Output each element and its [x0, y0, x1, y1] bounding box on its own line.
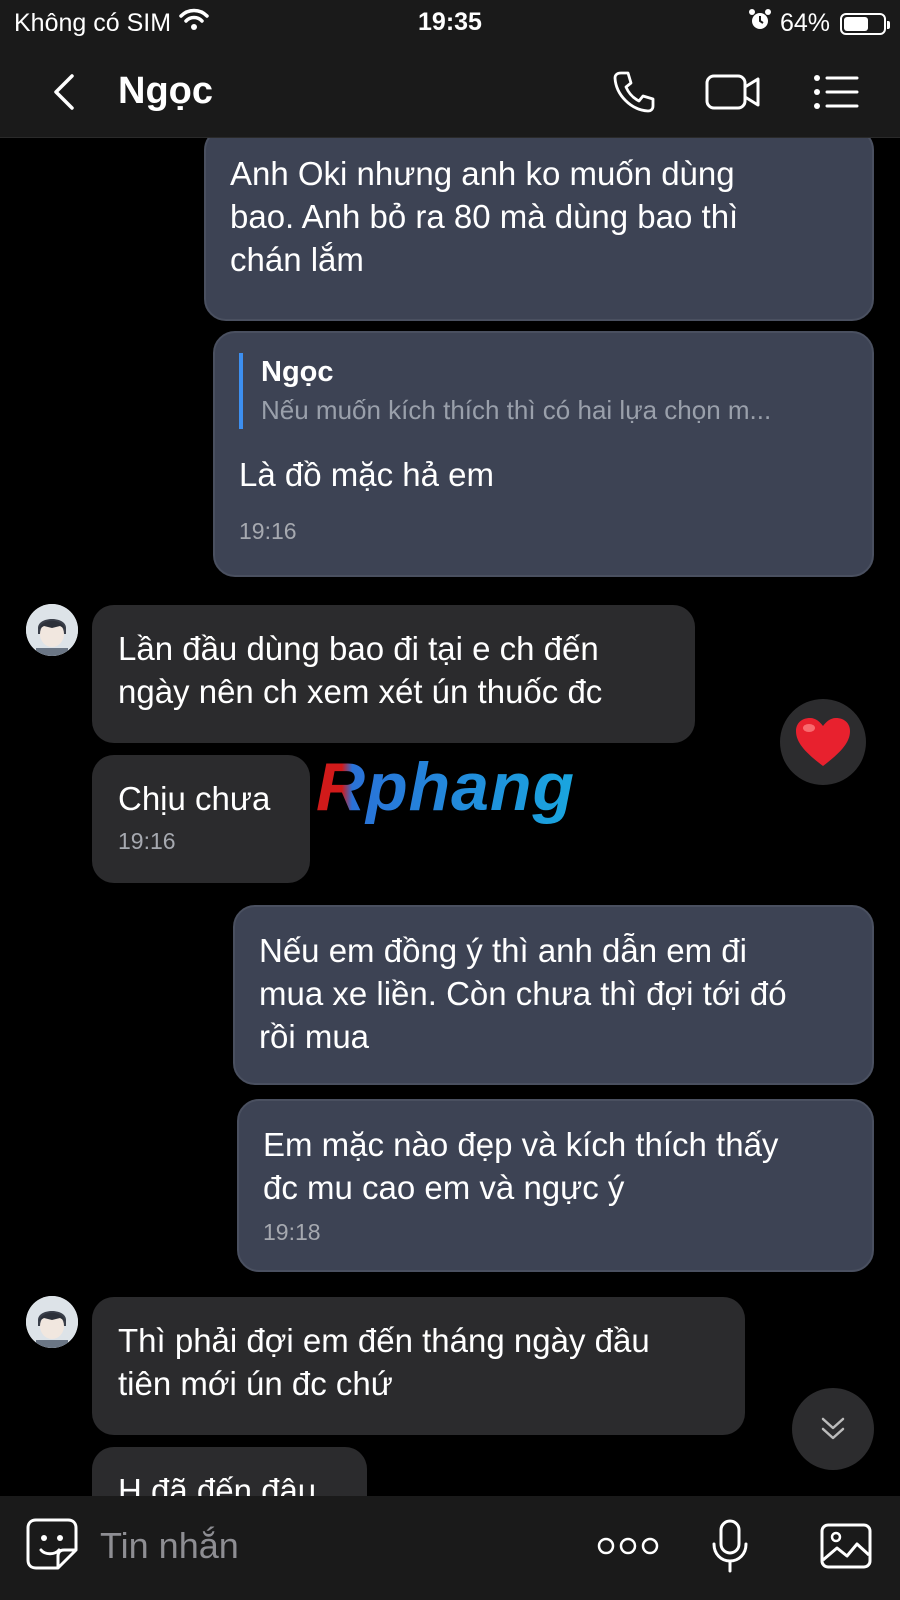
incoming-message[interactable]: Thì phải đợi em đến tháng ngày đầu tiên … [92, 1297, 745, 1435]
alarm-icon [748, 8, 772, 39]
list-menu-icon [814, 75, 859, 109]
outgoing-message[interactable]: Em mặc nào đẹp và kích thích thấy đc mu … [237, 1099, 874, 1272]
back-button[interactable] [40, 68, 88, 116]
message-text: Nếu em đồng ý thì anh dẫn em đi mua xe l… [259, 932, 787, 1055]
message-list[interactable]: Anh Oki nhưng anh ko muốn dùng bao. Anh … [0, 138, 900, 1496]
message-text: Em mặc nào đẹp và kích thích thấy đc mu … [263, 1126, 779, 1206]
chevron-left-icon [54, 74, 74, 110]
battery-level [844, 16, 869, 31]
message-text: H đã đến đâu [118, 1472, 317, 1496]
double-chevron-down-icon [821, 1417, 845, 1440]
microphone-icon [712, 1519, 748, 1573]
video-call-button[interactable] [700, 64, 766, 120]
incoming-message[interactable]: Lần đầu dùng bao đi tại e ch đến ngày nê… [92, 605, 695, 743]
video-camera-icon [705, 74, 760, 110]
watermark-logo: Rphang [316, 749, 576, 825]
phone-icon [613, 71, 655, 113]
reaction-button[interactable] [780, 699, 866, 785]
reply-quote-name: Ngọc [261, 356, 334, 388]
message-text: Anh Oki nhưng anh ko muốn dùng bao. Anh … [230, 155, 739, 278]
voice-message-button[interactable] [700, 1516, 760, 1576]
image-icon [820, 1523, 872, 1569]
sticker-button[interactable] [24, 1516, 80, 1572]
emoji-sticker-icon [26, 1518, 78, 1570]
heart-icon [796, 718, 850, 766]
message-composer [0, 1496, 900, 1600]
outgoing-message[interactable]: Nếu em đồng ý thì anh dẫn em đi mua xe l… [233, 905, 874, 1085]
outgoing-message[interactable]: Ngọc Nếu muốn kích thích thì có hai lựa … [213, 331, 874, 577]
message-time: 19:16 [118, 828, 176, 854]
message-text: Thì phải đợi em đến tháng ngày đầu tiên … [118, 1322, 650, 1402]
contact-name[interactable]: Ngọc [118, 70, 213, 113]
message-input[interactable] [100, 1520, 540, 1572]
incoming-message[interactable]: H đã đến đâu [92, 1447, 367, 1496]
more-options-button[interactable] [596, 1516, 660, 1576]
gallery-button[interactable] [816, 1516, 876, 1576]
message-time: 19:18 [263, 1219, 321, 1245]
incoming-message[interactable]: Chịu chưa 19:16 [92, 755, 310, 883]
battery-percent: 64% [779, 9, 830, 37]
battery-icon [840, 12, 890, 35]
reply-quote[interactable]: Ngọc Nếu muốn kích thích thì có hai lựa … [239, 353, 848, 429]
outgoing-message[interactable]: Anh Oki nhưng anh ko muốn dùng bao. Anh … [204, 138, 874, 321]
avatar[interactable] [26, 1296, 78, 1348]
voice-call-button[interactable] [604, 64, 664, 120]
status-bar: Không có SIM 19:35 64% [0, 0, 900, 46]
message-text: Lần đầu dùng bao đi tại e ch đến ngày nê… [118, 630, 603, 710]
reply-quote-text: Nếu muốn kích thích thì có hai lựa chọn … [261, 395, 772, 425]
message-text: Là đồ mặc hả em [239, 456, 494, 493]
chat-header: Ngọc [0, 46, 900, 138]
status-right: 64% [748, 8, 890, 39]
menu-button[interactable] [806, 64, 866, 120]
message-text: Chịu chưa [118, 780, 271, 817]
more-dots-icon [597, 1537, 659, 1555]
message-time: 19:16 [239, 518, 297, 544]
scroll-to-bottom-button[interactable] [792, 1388, 874, 1470]
avatar[interactable] [26, 604, 78, 656]
